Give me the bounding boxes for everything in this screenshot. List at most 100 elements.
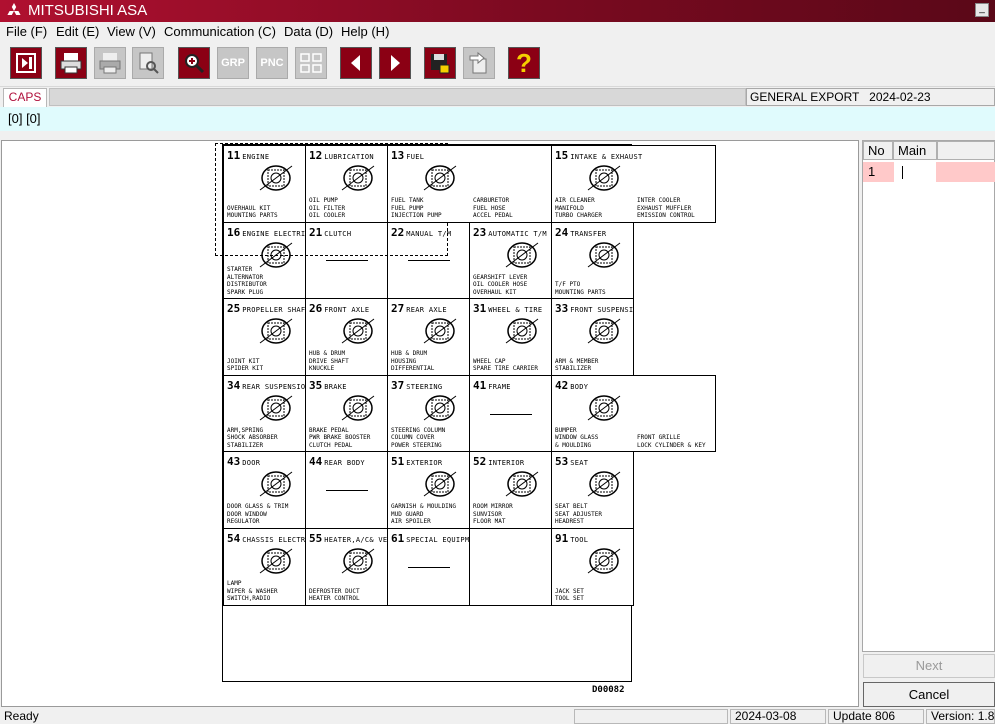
menu-bar: File (F) Edit (E) View (V) Communication… (0, 22, 995, 42)
group-cell[interactable]: 33FRONT SUSPENSIONARM & MEMBERSTABILIZER (551, 298, 634, 376)
arrow-right-icon (391, 55, 400, 71)
grid-cell-main[interactable] (894, 162, 936, 182)
group-items: JOINT KIT SPIDER KIT (227, 358, 263, 373)
group-cell[interactable]: 25 PROPELLER SHAFT JOINT KIT SPIDER KIT (223, 298, 306, 376)
text-cursor (902, 166, 903, 180)
group-item: AIR SPOILER (391, 518, 431, 526)
right-panel: No Main 1 Next Cancel (861, 140, 995, 707)
group-items: SEAT BELT SEAT ADJUSTER HEADREST (555, 503, 602, 526)
group-cell[interactable]: 27 REAR AXLE HUB & DRUM HOUSING DIFFERENTIAL (387, 298, 470, 376)
group-items: ARM,SPRING SHOCK ABSORBER STABILIZER (227, 427, 278, 450)
status-version: Version: 1.8.0 (926, 709, 995, 724)
group-name: REAR BODY (324, 459, 365, 468)
part-illustration-icon (259, 318, 293, 344)
illustration-code: D00082 (592, 685, 625, 695)
help-button[interactable]: ? (508, 47, 540, 79)
menu-edit[interactable]: Edit (E) (56, 24, 99, 40)
group-item: WIPER & WASHER (227, 587, 278, 595)
group-item: OIL COOLER HOSE (473, 281, 528, 289)
print-preview-button[interactable] (94, 47, 126, 79)
group-item: SPARE TIRE CARRIER (473, 365, 539, 373)
group-cell[interactable]: 11 ENGINE OVERHAUL KIT MOUNTING PARTS (223, 145, 306, 223)
catalog-export: GENERAL EXPORT (750, 90, 860, 104)
group-item: EMISSION CONTROL (637, 212, 695, 220)
group-item: SPIDER KIT (227, 365, 264, 373)
illustration-viewer[interactable]: 11 ENGINE OVERHAUL KIT MOUNTING PARTS 12 LUBR… (1, 140, 859, 707)
group-cell[interactable]: 54CHASSIS ELECTRICALLAMPWIPER & WASHERSW… (223, 528, 306, 606)
minimize-button[interactable]: _ (975, 3, 989, 17)
grid-cell-extra[interactable] (936, 162, 995, 182)
group-cell[interactable]: 42 BODY BUMPER WINDOW GLASS & MOULDING FRONT … (551, 374, 716, 453)
group-cell[interactable]: 24 TRANSFER T/F PTO MOUNTING PARTS (551, 221, 634, 300)
group-cell[interactable]: 55HEATER,A/C& VENTILATIONDEFROSTER DUCTH… (305, 528, 388, 606)
export-button[interactable] (463, 47, 495, 79)
print-button[interactable] (55, 47, 87, 79)
part-illustration-icon (341, 318, 375, 344)
catalog-info: GENERAL EXPORT 2024-02-23 (746, 88, 995, 106)
group-items: AIR CLEANER MANIFOLD TURBO CHARGER (555, 197, 602, 220)
group-item: HEADREST (555, 518, 584, 526)
group-cell[interactable]: 53 SEAT SEAT BELT SEAT ADJUSTER HEADREST (551, 451, 634, 529)
group-item: KNUCKLE (309, 365, 335, 373)
grp-button[interactable]: GRP (217, 47, 249, 79)
group-cell[interactable]: 22 MANUAL T/M (387, 221, 470, 300)
grid-cell-no[interactable]: 1 (863, 162, 894, 182)
group-items-secondary: FRONT GRILLE LOCK CYLINDER & KEY (637, 434, 706, 449)
pnc-button[interactable]: PNC (256, 47, 288, 79)
save-button[interactable] (424, 47, 456, 79)
tab-caps[interactable]: CAPS (3, 88, 47, 107)
group-items: ARM & MEMBER STABILIZER (555, 358, 598, 373)
group-cell[interactable]: 37 STEERING STEERING COLUMN COLUMN COVER POW… (387, 374, 470, 453)
group-cell[interactable]: 52 INTERIOR ROOM MIRROR SUNVISOR FLOOR MAT (469, 451, 552, 529)
menu-communication[interactable]: Communication (C) (164, 24, 276, 40)
group-item: JOINT KIT (227, 357, 260, 365)
group-cell[interactable]: 21 CLUTCH (305, 221, 388, 300)
group-cell[interactable]: 15 INTAKE & EXHAUST AIR CLEANER MANIFOLD TUR… (551, 145, 716, 223)
print-search-button[interactable] (132, 47, 164, 79)
group-cell[interactable]: 61SPECIAL EQUIPMENT (387, 528, 470, 606)
mitsubishi-logo-icon (7, 3, 21, 15)
group-cell[interactable]: 34 REAR SUSPENSION ARM,SPRING SHOCK ABSORBE… (223, 374, 306, 453)
group-item: BRAKE PEDAL (309, 426, 349, 434)
group-header (473, 531, 475, 545)
group-cell[interactable]: 16ENGINE ELECTRICALSTARTERALTERNATORDIST… (223, 221, 306, 300)
menu-help[interactable]: Help (H) (341, 24, 389, 40)
group-cell[interactable]: 51 EXTERIOR GARNISH & MOULDING MUD GUARD AIR… (387, 451, 470, 529)
group-cell[interactable]: 31 WHEEL & TIRE WHEEL CAP SPARE TIRE CARRIE… (469, 298, 552, 376)
group-cell[interactable]: 12 LUBRICATION OIL PUMP OIL FILTER OIL COOLE… (305, 145, 388, 223)
group-cell[interactable]: 23 AUTOMATIC T/M GEARSHIFT LEVER OIL COOLER… (469, 221, 552, 300)
group-item: DEFROSTER DUCT (309, 587, 360, 595)
menu-data[interactable]: Data (D) (284, 24, 333, 40)
tab-row: CAPS GENERAL EXPORT 2024-02-23 (0, 87, 995, 107)
zoom-button[interactable] (178, 47, 210, 79)
group-cell[interactable]: 26 FRONT AXLE HUB & DRUM DRIVE SHAFT KNUCKLE (305, 298, 388, 376)
status-update: Update 806 (828, 709, 924, 724)
group-item: GARNISH & MOULDING (391, 503, 457, 511)
group-cell[interactable]: 91 TOOL JACK SET TOOL SET (551, 528, 634, 606)
group-cell[interactable]: 43 DOOR DOOR GLASS & TRIM DOOR WINDOW REGULA… (223, 451, 306, 529)
group-cell[interactable] (469, 528, 552, 606)
exit-button[interactable] (10, 47, 42, 79)
group-number: 34 (227, 378, 241, 392)
menu-file[interactable]: File (F) (6, 24, 47, 40)
next-button[interactable]: Next (863, 654, 995, 678)
cancel-button[interactable]: Cancel (863, 682, 995, 707)
column-header-no[interactable]: No (863, 141, 893, 160)
part-illustration-icon (587, 241, 621, 268)
previous-button[interactable] (340, 47, 372, 79)
menu-view[interactable]: View (V) (107, 24, 156, 40)
layout-button[interactable] (295, 47, 327, 79)
next-page-button[interactable] (379, 47, 411, 79)
part-illustration-icon (587, 548, 621, 574)
group-cell[interactable]: 44 REAR BODY (305, 451, 388, 529)
group-cell[interactable]: 13 FUEL FUEL TANK FUEL PUMP INJECTION PUMP CA… (387, 145, 552, 223)
part-illustration-icon (505, 241, 539, 268)
group-item: STABILIZER (555, 365, 592, 373)
column-header-main[interactable]: Main (893, 141, 937, 160)
group-cell[interactable]: 35 BRAKE BRAKE PEDAL PWR BRAKE BOOSTER CLUTC… (305, 374, 388, 453)
group-cell[interactable]: 41 FRAME (469, 374, 552, 453)
group-item: SPARK PLUG (227, 288, 264, 296)
group-item: STEERING COLUMN (391, 426, 446, 434)
group-item: T/F PTO (555, 281, 581, 289)
group-number: 42 (555, 378, 569, 392)
